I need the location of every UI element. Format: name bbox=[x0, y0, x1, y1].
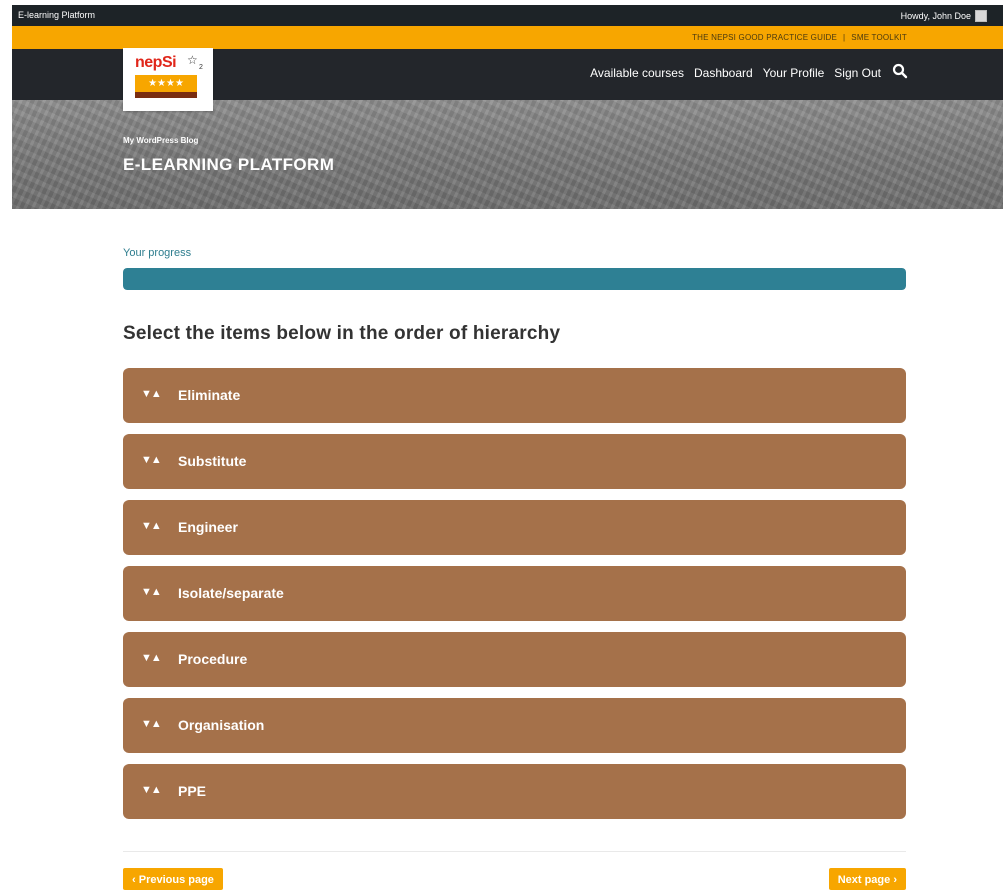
toolkit-link[interactable]: SME TOOLKIT bbox=[851, 33, 907, 42]
logo-star-icon: ☆ bbox=[187, 53, 198, 67]
sortable-item-label: Procedure bbox=[178, 651, 248, 667]
sort-arrows-icon: ▼▲ bbox=[141, 388, 162, 400]
sortable-item-label: Organisation bbox=[178, 717, 265, 733]
sort-arrows-icon: ▼▲ bbox=[141, 520, 162, 532]
site-logo[interactable]: nepSi ☆ 2 ★★★★ bbox=[123, 48, 213, 111]
sortable-item-label: Eliminate bbox=[178, 387, 241, 403]
logo-tagline-bar bbox=[135, 92, 197, 98]
top-links-bar: THE NEPSI GOOD PRACTICE GUIDE | SME TOOL… bbox=[12, 26, 1003, 49]
sortable-item-label: Substitute bbox=[178, 453, 247, 469]
sortable-item[interactable]: ▼▲ Procedure bbox=[123, 632, 906, 687]
admin-greeting: Howdy, John Doe bbox=[900, 11, 971, 21]
sortable-item[interactable]: ▼▲ Isolate/separate bbox=[123, 566, 906, 621]
sortable-item[interactable]: ▼▲ Substitute bbox=[123, 434, 906, 489]
sortable-item-label: PPE bbox=[178, 783, 207, 799]
logo-stars: ★★★★ bbox=[135, 75, 197, 92]
nav-item-dashboard[interactable]: Dashboard bbox=[694, 66, 753, 80]
chevron-left-icon: ‹ bbox=[132, 874, 136, 886]
sortable-item[interactable]: ▼▲ PPE bbox=[123, 764, 906, 819]
logo-subscript: 2 bbox=[199, 64, 203, 71]
nav-item-available-courses[interactable]: Available courses bbox=[590, 66, 684, 80]
top-links-separator: | bbox=[843, 33, 846, 42]
sortable-item[interactable]: ▼▲ Eliminate bbox=[123, 368, 906, 423]
admin-site-link[interactable]: E-learning Platform bbox=[18, 10, 95, 20]
sortable-item-label: Isolate/separate bbox=[178, 585, 284, 601]
sort-arrows-icon: ▼▲ bbox=[141, 652, 162, 664]
blog-name[interactable]: My WordPress Blog bbox=[123, 136, 198, 145]
chevron-right-icon: › bbox=[893, 874, 897, 886]
search-icon[interactable] bbox=[892, 63, 908, 79]
sort-arrows-icon: ▼▲ bbox=[141, 784, 162, 796]
progress-fill bbox=[123, 268, 906, 290]
next-page-label: Next page bbox=[837, 874, 891, 886]
sort-arrows-icon: ▼▲ bbox=[141, 718, 162, 730]
nav-item-sign-out[interactable]: Sign Out bbox=[834, 66, 881, 80]
nav-item-your-profile[interactable]: Your Profile bbox=[763, 66, 825, 80]
main-nav: nepSi ☆ 2 ★★★★ Available courses Dashboa… bbox=[12, 48, 1003, 111]
sortable-item[interactable]: ▼▲ Engineer bbox=[123, 500, 906, 555]
progress-bar bbox=[123, 268, 906, 290]
divider bbox=[123, 851, 906, 852]
nav-menu: Available courses Dashboard Your Profile… bbox=[590, 66, 881, 80]
avatar bbox=[975, 10, 987, 22]
question-text: Select the items below in the order of h… bbox=[123, 323, 561, 344]
page-title: E-LEARNING PLATFORM bbox=[123, 155, 335, 174]
admin-bar: E-learning Platform Howdy, John Doe bbox=[12, 5, 1003, 26]
hero-banner: My WordPress Blog E-LEARNING PLATFORM bbox=[12, 100, 1003, 209]
progress-label: Your progress bbox=[123, 247, 192, 259]
sortable-item-label: Engineer bbox=[178, 519, 238, 535]
guide-link[interactable]: THE NEPSI GOOD PRACTICE GUIDE bbox=[692, 33, 837, 42]
sort-arrows-icon: ▼▲ bbox=[141, 586, 162, 598]
next-page-button[interactable]: Next page › bbox=[828, 868, 906, 890]
previous-page-button[interactable]: ‹ Previous page bbox=[123, 868, 223, 890]
previous-page-label: Previous page bbox=[138, 874, 214, 886]
admin-user-menu[interactable]: Howdy, John Doe bbox=[901, 10, 987, 22]
logo-wordmark: nepSi bbox=[135, 54, 177, 71]
sort-arrows-icon: ▼▲ bbox=[141, 454, 162, 466]
sortable-item[interactable]: ▼▲ Organisation bbox=[123, 698, 906, 753]
